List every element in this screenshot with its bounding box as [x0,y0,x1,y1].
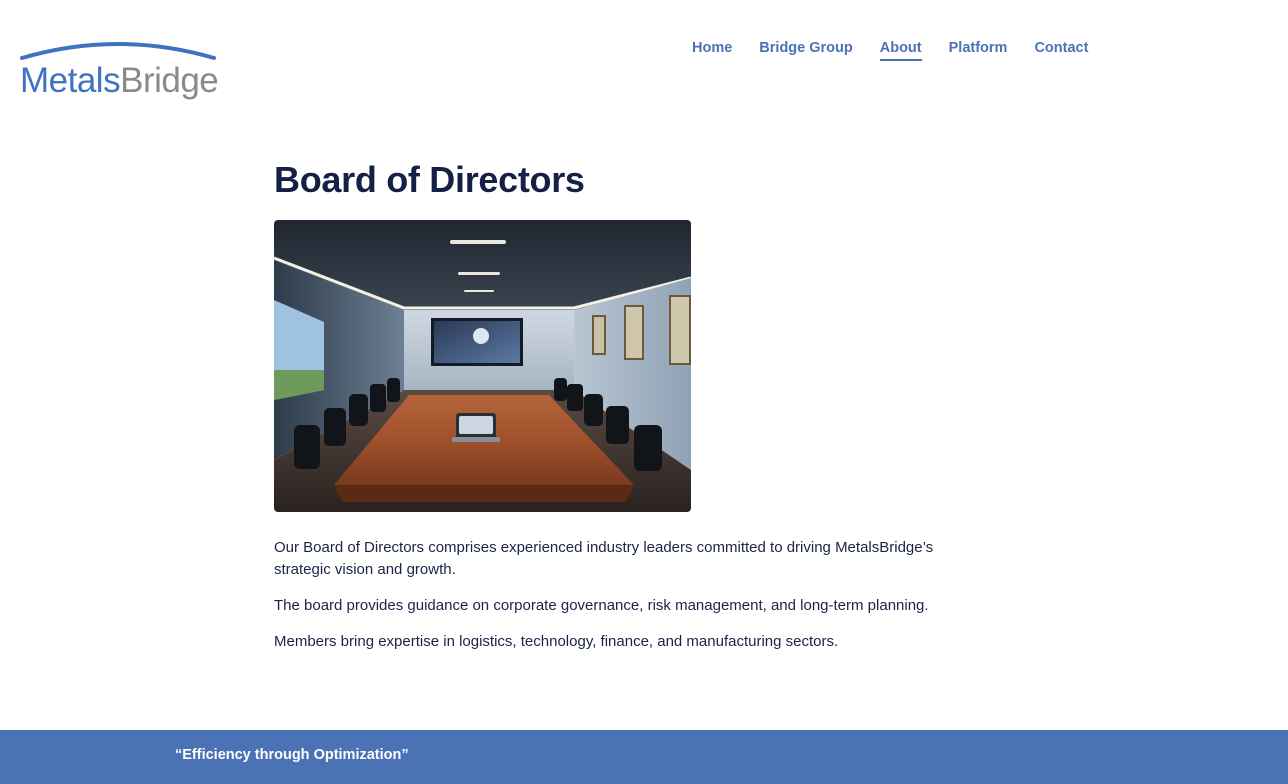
footer: “Efficiency through Optimization” [0,730,1288,784]
nav-item-about[interactable]: About [879,40,922,61]
page: MetalsBridge Home Bridge Group About Pla… [0,0,1288,784]
board-description: Our Board of Directors comprises experie… [274,537,964,653]
nav-item-contact[interactable]: Contact [1034,40,1088,61]
metalsbridge-logo[interactable]: MetalsBridge [18,38,218,104]
nav-item-bridge-group[interactable]: Bridge Group [759,40,852,61]
svg-text:MetalsBridge: MetalsBridge [20,61,218,100]
nav-item-home[interactable]: Home [692,40,732,61]
main-content: Board of Directors Our Board of Director… [274,158,964,667]
footer-tagline: “Efficiency through Optimization” [175,747,409,763]
paragraph-intro: Our Board of Directors comprises experie… [274,539,934,578]
paragraph-governance: The board provides guidance on corporate… [274,597,929,614]
nav-item-platform[interactable]: Platform [949,40,1008,61]
paragraph-expertise: Members bring expertise in logistics, te… [274,633,839,650]
main-nav: Home Bridge Group About Platform Contact [692,40,1115,61]
logo-text-metals: Metals [20,61,120,100]
boardroom-image [274,220,691,512]
page-title: Board of Directors [274,159,585,200]
logo-text-bridge: Bridge [120,61,218,100]
